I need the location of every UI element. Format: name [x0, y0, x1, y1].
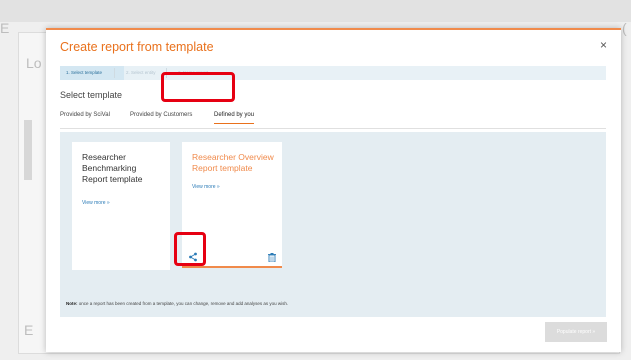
card-title-line: Researcher [82, 152, 126, 162]
card-title: Researcher Overview Report template [192, 152, 274, 174]
view-more-link[interactable]: View more » [192, 184, 220, 190]
view-more-link[interactable]: View more » [82, 200, 110, 206]
tab-defined-by-you[interactable]: Defined by you [214, 112, 255, 124]
note-label: Note: [66, 301, 78, 306]
card-title-line: Researcher Overview [192, 152, 274, 162]
note-body: once a report has been created from a te… [77, 301, 289, 306]
highlight-box [161, 72, 235, 102]
background-fragment: E [0, 20, 10, 36]
template-tabs: Provided by SciVal Provided by Customers… [60, 108, 606, 129]
note-text: Note: once a report has been created fro… [66, 301, 288, 306]
background-fragment: E [24, 322, 34, 338]
modal-title: Create report from template [60, 40, 214, 54]
stepper: 1. Select template 2. Select entity 3. N… [60, 66, 606, 80]
section-title: Select template [60, 90, 123, 100]
templates-panel: Researcher Benchmarking Report template … [60, 132, 606, 317]
background-header [0, 0, 631, 22]
populate-report-button[interactable]: Populate report » [545, 322, 607, 342]
close-button[interactable]: × [600, 38, 607, 52]
background-fragment: Lo [26, 55, 42, 71]
tab-provided-by-customers[interactable]: Provided by Customers [130, 112, 192, 118]
card-title-line: Report template [82, 174, 143, 184]
step-separator [114, 68, 115, 78]
tab-provided-by-scival[interactable]: Provided by SciVal [60, 112, 110, 118]
card-title-line: Report template [192, 163, 253, 173]
background-fragment [24, 120, 32, 180]
card-title: Researcher Benchmarking Report template [82, 152, 142, 185]
card-title-line: Benchmarking [82, 163, 137, 173]
template-card-researcher-benchmarking[interactable]: Researcher Benchmarking Report template … [72, 142, 170, 270]
background-fragment: ( [622, 20, 627, 36]
trash-icon[interactable] [268, 253, 276, 262]
highlight-box [174, 232, 206, 266]
create-report-modal: Create report from template × 1. Select … [46, 28, 621, 352]
